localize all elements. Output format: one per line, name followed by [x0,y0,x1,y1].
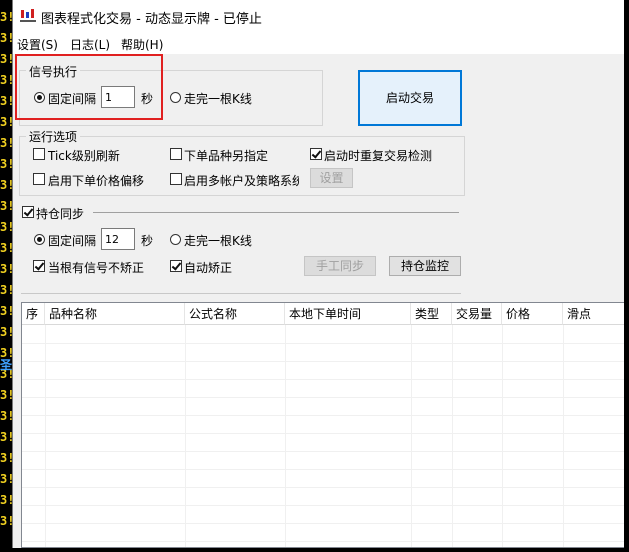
background-price-fragment: 3! [0,31,12,45]
duplicate-check-label: 启动时重复交易检测 [324,149,433,163]
no-signal-label: 当根有信号不矫正 [48,261,145,275]
column-header-volume[interactable]: 交易量 [452,303,502,325]
background-price-fragment: 3! [0,262,12,276]
background-price-fragment: 3! [0,94,12,108]
menu-log[interactable]: 日志(L) [70,36,110,53]
title-bar[interactable]: 图表程式化交易 - 动态显示牌 - 已停止 [13,0,629,32]
table-column-line [285,325,286,547]
table-column-line [45,325,46,547]
table-row-line [22,469,629,470]
settings-button[interactable]: 设置 [310,168,353,188]
signal-bar-close-label: 走完一根K线 [184,92,252,106]
sync-bar-close-label: 走完一根K线 [184,234,252,248]
table-row-line [22,541,629,542]
signal-fixed-interval-label: 固定间隔 [48,92,97,106]
background-price-fragment: 3! [0,73,12,87]
table-row-line [22,343,629,344]
section-divider [21,293,461,294]
duplicate-check-checkbox[interactable] [310,148,322,160]
background-price-fragment: 3! [0,409,12,423]
app-icon [19,8,37,24]
background-price-fragment: 3! [0,115,12,129]
menu-help[interactable]: 帮助(H) [121,36,163,53]
order-symbol-label: 下单品种另指定 [184,149,269,163]
background-app-strip: 3! 3! 3! 3! 3! 3! 3! 3! 3! 3! 3! 3! 3! 3! 3! 3! 3! 3! 3! 3!… [0,0,12,552]
background-price-fragment: 3! [0,157,12,171]
sync-fixed-interval-label: 固定间隔 [48,234,97,248]
background-price-fragment: 3! [0,220,12,234]
price-offset-checkbox[interactable] [33,173,45,185]
background-price-fragment: 3! [0,199,12,213]
menu-settings[interactable]: 设置(S) [17,36,58,53]
table-row-line [22,433,629,434]
column-header-order-time[interactable]: 本地下单时间 [285,303,411,325]
signal-seconds-unit: 秒 [141,92,154,106]
background-price-fragment: 3! [0,325,12,339]
multi-account-checkbox[interactable] [170,173,182,185]
background-side-label: 圣 [0,358,12,372]
signal-bar-close-radio[interactable] [170,92,181,103]
background-price-fragment: 3! [0,52,12,66]
signal-interval-input[interactable] [101,86,135,108]
signal-legend: 信号执行 [26,63,81,80]
background-price-fragment: 3! [0,472,12,486]
sync-bar-close-radio[interactable] [170,234,181,245]
table-column-line [502,325,503,547]
position-sync-label: 持仓同步 [36,207,85,221]
signal-fixed-interval-radio[interactable] [34,92,45,103]
sync-fixed-interval-radio[interactable] [34,234,45,245]
options-legend: 运行选项 [26,128,81,145]
multi-account-label: 启用多帐户及策略系统 [184,174,299,188]
background-price-fragment: 3! [0,10,12,24]
column-header-index[interactable]: 序 [22,303,45,325]
background-price-fragment: 3! [0,304,12,318]
column-header-formula[interactable]: 公式名称 [185,303,285,325]
background-price-fragment: 3! [0,388,12,402]
background-price-fragment: 3! [0,514,12,528]
table-row-line [22,487,629,488]
start-trading-button[interactable]: 启动交易 [358,70,462,126]
main-window: 图表程式化交易 - 动态显示牌 - 已停止 设置(S) 日志(L) 帮助(H) … [12,0,629,548]
position-sync-divider [93,212,459,213]
table-column-line [452,325,453,547]
table-row-line [22,361,629,362]
table-column-line [185,325,186,547]
column-header-slippage[interactable]: 滑点 [563,303,627,325]
order-table[interactable]: 序 品种名称 公式名称 本地下单时间 类型 交易量 价格 滑点 [21,302,629,548]
background-price-fragment: 3! [0,178,12,192]
order-symbol-checkbox[interactable] [170,148,182,160]
table-row-line [22,379,629,380]
table-row-line [22,415,629,416]
background-price-fragment: 3! [0,283,12,297]
background-price-fragment: 3! [0,241,12,255]
no-signal-checkbox[interactable] [33,260,45,272]
table-row-line [22,451,629,452]
background-price-fragment: 3! [0,451,12,465]
auto-correct-checkbox[interactable] [170,260,182,272]
auto-correct-label: 自动矫正 [184,261,233,275]
table-column-line [411,325,412,547]
table-row-line [22,505,629,506]
table-column-line [563,325,564,547]
sync-seconds-unit: 秒 [141,234,154,248]
window-title: 图表程式化交易 - 动态显示牌 - 已停止 [41,12,262,27]
column-header-price[interactable]: 价格 [502,303,563,325]
tick-refresh-checkbox[interactable] [33,148,45,160]
tick-refresh-label: Tick级别刷新 [48,149,120,163]
sync-interval-input[interactable] [101,228,135,250]
position-sync-checkbox[interactable] [22,206,34,218]
column-header-symbol[interactable]: 品种名称 [45,303,185,325]
price-offset-label: 启用下单价格偏移 [48,174,145,188]
background-app-right-edge [624,0,629,552]
manual-sync-button[interactable]: 手工同步 [304,256,376,276]
column-header-type[interactable]: 类型 [411,303,452,325]
table-row-line [22,523,629,524]
table-row-line [22,397,629,398]
background-price-fragment: 3! [0,136,12,150]
background-price-fragment: 3! [0,430,12,444]
position-monitor-button[interactable]: 持仓监控 [389,256,461,276]
background-price-fragment: 3! [0,493,12,507]
